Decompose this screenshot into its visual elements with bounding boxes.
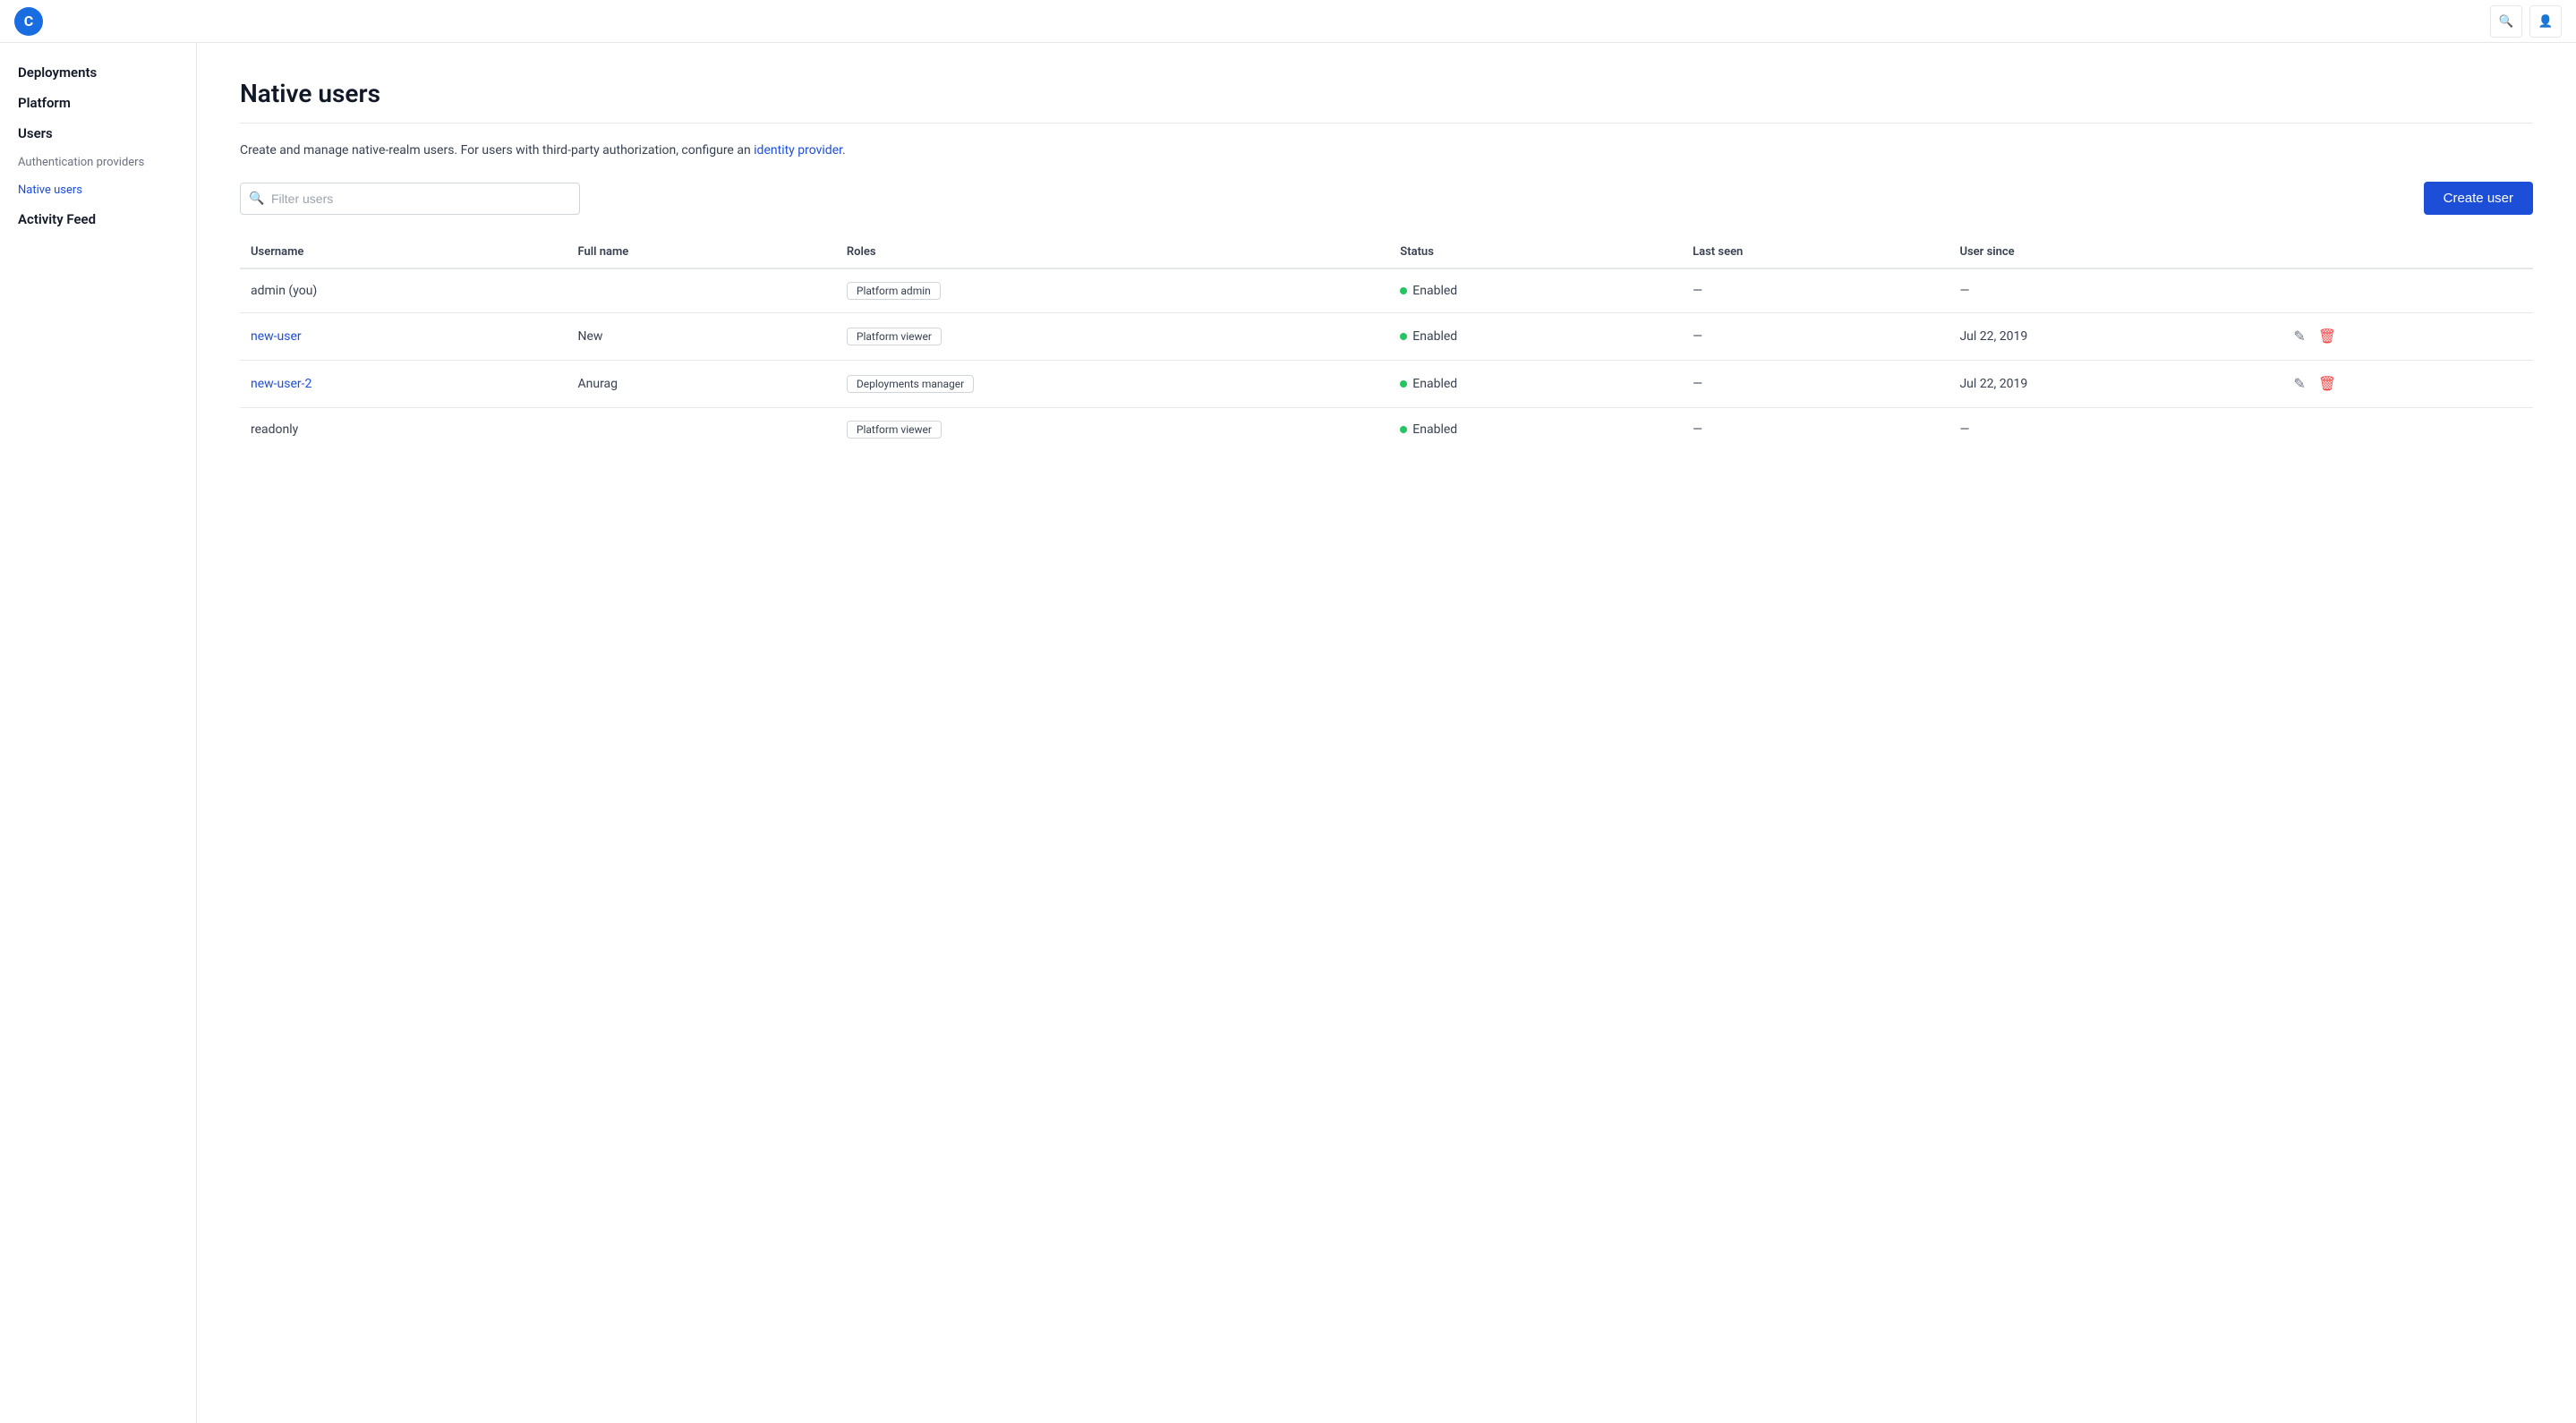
delete-button-2[interactable]: 🗑 <box>2316 373 2338 395</box>
sidebar-item-activity-feed[interactable]: Activity Feed <box>0 204 196 234</box>
col-status: Status <box>1389 236 1682 268</box>
cell-status-3: Enabled <box>1389 408 1682 452</box>
main-content: Native users Create and manage native-re… <box>197 43 2576 1423</box>
table-header: Username Full name Roles Status Last see… <box>240 236 2533 268</box>
cell-fullname-2: Anurag <box>567 361 836 408</box>
filter-wrapper: 🔍 <box>240 183 580 215</box>
user-icon: 👤 <box>2538 14 2554 29</box>
description-text: Create and manage native-realm users. Fo… <box>240 143 751 158</box>
user-button[interactable]: 👤 <box>2529 5 2562 38</box>
username-link-2[interactable]: new-user-2 <box>251 377 311 391</box>
username-link-1[interactable]: new-user <box>251 329 302 344</box>
status-text-1: Enabled <box>1412 329 1457 344</box>
cell-lastseen-3: — <box>1682 408 1949 452</box>
table-row: readonly Platform viewer Enabled —— <box>240 408 2533 452</box>
toolbar: 🔍 Create user <box>240 182 2533 215</box>
cell-usersince-1: Jul 22, 2019 <box>1949 313 2281 361</box>
status-dot-icon <box>1400 333 1407 340</box>
delete-button-1[interactable]: 🗑 <box>2316 326 2338 347</box>
status-text-2: Enabled <box>1412 377 1457 391</box>
top-bar: C 🔍 👤 <box>0 0 2576 43</box>
status-text-3: Enabled <box>1412 422 1457 437</box>
search-icon: 🔍 <box>2499 14 2514 29</box>
status-enabled-3: Enabled <box>1400 422 1671 437</box>
cell-usersince-2: Jul 22, 2019 <box>1949 361 2281 408</box>
logo-symbol: C <box>24 13 33 30</box>
cell-lastseen-1: — <box>1682 313 1949 361</box>
col-username: Username <box>240 236 567 268</box>
app-body: Deployments Platform Users Authenticatio… <box>0 43 2576 1423</box>
table-body: admin (you)Platform adminEnabled——new-us… <box>240 268 2533 451</box>
col-usersince: User since <box>1949 236 2281 268</box>
cell-status-2: Enabled <box>1389 361 1682 408</box>
cell-usersince-0: — <box>1949 268 2281 313</box>
cell-fullname-1: New <box>567 313 836 361</box>
role-badge-1: Platform viewer <box>847 328 942 345</box>
cell-fullname-3 <box>567 408 836 452</box>
cell-actions-2: ✎🗑 <box>2281 361 2533 408</box>
cell-lastseen-0: — <box>1682 268 1949 313</box>
cell-usersince-3: — <box>1949 408 2281 452</box>
description-suffix: . <box>842 143 846 158</box>
table-row: new-user-2 Anurag Deployments manager Enabl… <box>240 361 2533 408</box>
cell-role-1: Platform viewer <box>836 313 1389 361</box>
status-dot-icon <box>1400 426 1407 433</box>
cell-actions-3 <box>2281 408 2533 452</box>
cell-username-1: new-user <box>240 313 567 361</box>
filter-input[interactable] <box>240 183 580 215</box>
page-description: Create and manage native-realm users. Fo… <box>240 141 2533 160</box>
status-dot-icon <box>1400 287 1407 294</box>
row-actions-1: ✎🗑 <box>2291 326 2522 347</box>
cell-username-2: new-user-2 <box>240 361 567 408</box>
cell-username-0: admin (you) <box>240 268 567 313</box>
cell-fullname-0 <box>567 268 836 313</box>
cell-actions-0 <box>2281 268 2533 313</box>
table-row: new-user New Platform viewer Enabled —Jul 22… <box>240 313 2533 361</box>
status-enabled-2: Enabled <box>1400 377 1671 391</box>
col-lastseen: Last seen <box>1682 236 1949 268</box>
users-table: Username Full name Roles Status Last see… <box>240 236 2533 451</box>
edit-button-1[interactable]: ✎ <box>2291 326 2307 347</box>
create-user-button[interactable]: Create user <box>2424 182 2533 215</box>
sidebar-item-auth-providers[interactable]: Authentication providers <box>0 149 196 176</box>
status-enabled-0: Enabled <box>1400 284 1671 298</box>
page-title: Native users <box>240 79 2533 108</box>
col-fullname: Full name <box>567 236 836 268</box>
top-bar-left: C <box>14 7 43 36</box>
status-enabled-1: Enabled <box>1400 329 1671 344</box>
sidebar: Deployments Platform Users Authenticatio… <box>0 43 197 1423</box>
sidebar-item-users[interactable]: Users <box>0 118 196 149</box>
status-dot-icon <box>1400 380 1407 388</box>
cell-role-2: Deployments manager <box>836 361 1389 408</box>
cell-username-3: readonly <box>240 408 567 452</box>
sidebar-item-native-users[interactable]: Native users <box>0 176 196 204</box>
col-roles: Roles <box>836 236 1389 268</box>
cell-lastseen-2: — <box>1682 361 1949 408</box>
cell-role-3: Platform viewer <box>836 408 1389 452</box>
role-badge-0: Platform admin <box>847 282 941 300</box>
status-text-0: Enabled <box>1412 284 1457 298</box>
cell-status-0: Enabled <box>1389 268 1682 313</box>
role-badge-2: Deployments manager <box>847 375 974 393</box>
search-button[interactable]: 🔍 <box>2490 5 2522 38</box>
cell-actions-1: ✎🗑 <box>2281 313 2533 361</box>
cell-role-0: Platform admin <box>836 268 1389 313</box>
title-divider <box>240 123 2533 124</box>
top-bar-right: 🔍 👤 <box>2490 5 2562 38</box>
role-badge-3: Platform viewer <box>847 421 942 439</box>
identity-provider-link[interactable]: identity provider <box>754 143 842 158</box>
table-row: admin (you) Platform admin Enabled —— <box>240 268 2533 313</box>
app-logo[interactable]: C <box>14 7 43 36</box>
col-actions <box>2281 236 2533 268</box>
edit-button-2[interactable]: ✎ <box>2291 373 2307 395</box>
cell-status-1: Enabled <box>1389 313 1682 361</box>
sidebar-item-platform[interactable]: Platform <box>0 88 196 118</box>
sidebar-item-deployments[interactable]: Deployments <box>0 57 196 88</box>
row-actions-2: ✎🗑 <box>2291 373 2522 395</box>
filter-search-icon: 🔍 <box>249 192 264 206</box>
